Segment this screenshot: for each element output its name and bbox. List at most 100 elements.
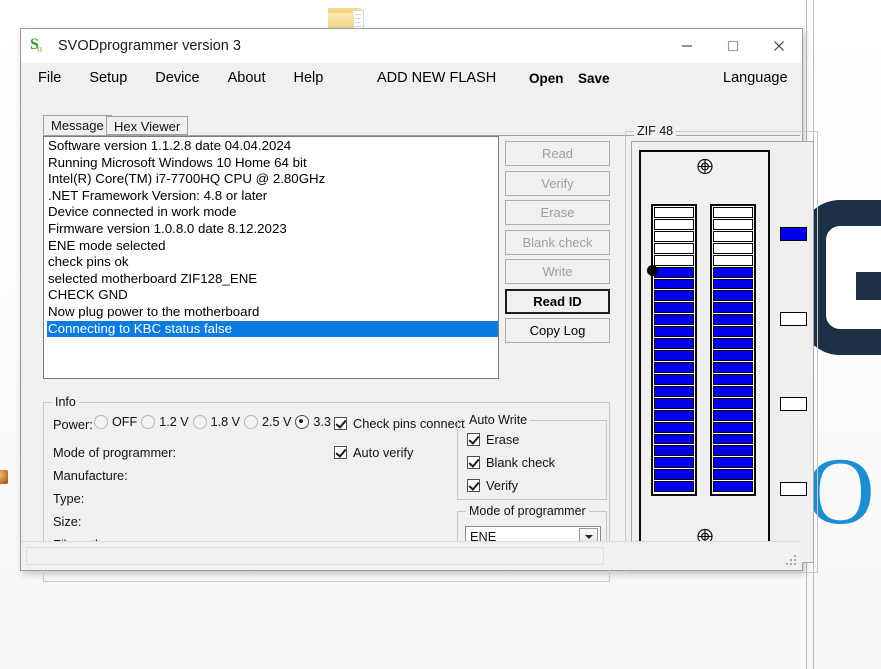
zif-pin-right-2 <box>713 218 753 230</box>
zif-pin-right-21 <box>713 445 753 457</box>
zif-pin-left-4 <box>654 242 694 254</box>
zif-socket-body <box>639 150 770 553</box>
zif-pin-left-19 <box>654 421 694 433</box>
zif-pin-left-9 <box>654 302 694 314</box>
close-icon[interactable] <box>756 29 802 63</box>
log-line: Intel(R) Core(TM) i7-7700HQ CPU @ 2.80GH… <box>48 171 326 187</box>
minimize-icon[interactable] <box>664 29 710 63</box>
erase-button[interactable]: Erase <box>505 200 610 225</box>
auto-write-legend: Auto Write <box>466 413 531 427</box>
tab-message[interactable]: Message <box>43 115 112 135</box>
power-label: Power: <box>53 417 93 432</box>
log-line: Device connected in work mode <box>48 204 237 220</box>
open-button[interactable]: Open <box>529 71 564 86</box>
zif-pin-left-13 <box>654 350 694 361</box>
info-group-legend: Info <box>52 395 79 409</box>
add-new-flash-label[interactable]: ADD NEW FLASH <box>377 70 496 86</box>
zif-socket-panel <box>631 141 814 563</box>
zif-pin-column-right[interactable] <box>710 204 756 496</box>
resize-grip-icon[interactable] <box>786 555 798 567</box>
save-button[interactable]: Save <box>578 71 610 86</box>
zif-pin-right-6 <box>713 266 753 278</box>
zif-pin-right-1 <box>713 207 753 218</box>
zif-pin-right-5 <box>713 254 753 266</box>
application-window: So SVODprogrammer version 3 File Setup D… <box>20 28 818 582</box>
zif-pin-right-9 <box>713 302 753 314</box>
zif-pin-right-16 <box>713 385 753 397</box>
zif-pin-right-20 <box>713 433 753 445</box>
type-field-label: Type: <box>53 491 85 506</box>
zif-pin-left-1 <box>654 207 694 218</box>
menu-item-device[interactable]: Device <box>144 67 210 89</box>
zif-pin-column-left[interactable] <box>651 204 697 496</box>
zif-pin-right-23 <box>713 469 753 481</box>
title-bar[interactable]: So SVODprogrammer version 3 <box>21 29 802 63</box>
power-radio-1v8[interactable]: 1.8 V <box>192 415 240 429</box>
zif-pin-left-16 <box>654 385 694 397</box>
zif-pin-left-24 <box>654 481 694 493</box>
auto-write-erase-checkbox[interactable]: Erase <box>467 432 519 447</box>
zif-pin-right-24 <box>713 481 753 493</box>
zif-indicator-2 <box>780 312 807 326</box>
tab-hex-viewer[interactable]: Hex Viewer <box>106 116 189 135</box>
zif-indicator-3 <box>780 397 807 411</box>
zif-pin-left-7 <box>654 278 694 290</box>
log-line-selected: Connecting to KBC status false <box>47 320 498 338</box>
mode-of-programmer-field-label: Mode of programmer: <box>53 445 177 460</box>
zif-pin-left-20 <box>654 433 694 445</box>
menu-item-file[interactable]: File <box>27 67 72 89</box>
power-radio-2v5[interactable]: 2.5 V <box>244 415 291 429</box>
log-line: Running Microsoft Windows 10 Home 64 bit <box>48 154 307 170</box>
manufacture-field-label: Manufacture: <box>53 468 128 483</box>
zif-screw-top-icon <box>696 158 713 175</box>
auto-write-verify-checkbox[interactable]: Verify <box>467 478 518 493</box>
check-pins-connect-checkbox[interactable]: Check pins connect <box>334 416 465 431</box>
zif-pin-left-21 <box>654 445 694 457</box>
auto-write-group: Auto Write Erase Blank check Verify <box>457 413 607 500</box>
maximize-icon[interactable] <box>710 29 756 63</box>
copy-log-button[interactable]: Copy Log <box>505 318 610 343</box>
size-field-label: Size: <box>53 514 82 529</box>
log-line: CHECK GND <box>48 287 128 303</box>
zif-socket-legend: ZIF 48 <box>634 124 677 138</box>
read-button[interactable]: Read <box>505 141 610 166</box>
log-line: .NET Framework Version: 4.8 or later <box>48 187 268 203</box>
verify-button[interactable]: Verify <box>505 170 610 196</box>
power-radio-off[interactable]: OFF <box>94 415 137 429</box>
log-line: Firmware version 1.0.8.0 date 8.12.2023 <box>48 220 287 236</box>
log-line: ENE mode selected <box>48 237 166 253</box>
zif-pin-right-14 <box>713 361 753 373</box>
log-line: Software version 1.1.2.8 date 04.04.2024 <box>48 138 292 153</box>
zif-pin-right-11 <box>713 326 753 338</box>
client-area: Message Hex Viewer Software version 1.1.… <box>21 93 818 582</box>
log-line: check pins ok <box>48 254 129 270</box>
power-radio-1v2[interactable]: 1.2 V <box>141 415 189 429</box>
zif-pin-right-17 <box>713 397 753 409</box>
pin1-marker-icon <box>647 265 658 276</box>
app-logo-icon: So <box>30 36 43 55</box>
zif-pin-right-15 <box>713 373 753 385</box>
zif-pin-right-13 <box>713 350 753 361</box>
auto-write-blank-check-checkbox[interactable]: Blank check <box>467 455 555 470</box>
read-id-button[interactable]: Read ID <box>505 288 610 314</box>
window-controls <box>664 29 802 63</box>
zif-pin-left-22 <box>654 457 694 469</box>
zif-indicator-4 <box>780 482 807 496</box>
mode-of-programmer-legend: Mode of programmer <box>466 504 589 518</box>
zif-pin-left-2 <box>654 218 694 230</box>
power-radio-group: OFF 1.2 V 1.8 V 2.5 V 3.3 V <box>94 415 347 429</box>
message-log[interactable]: Software version 1.1.2.8 date 04.04.2024… <box>43 136 499 379</box>
menu-item-about[interactable]: About <box>217 67 277 89</box>
zif-pin-right-10 <box>713 314 753 326</box>
write-button[interactable]: Write <box>505 259 610 284</box>
zif-pin-right-18 <box>713 409 753 421</box>
menu-item-setup[interactable]: Setup <box>78 67 138 89</box>
menu-item-help[interactable]: Help <box>283 67 335 89</box>
blank-check-button[interactable]: Blank check <box>505 229 610 255</box>
auto-verify-checkbox[interactable]: Auto verify <box>334 445 413 460</box>
language-button[interactable]: Language <box>723 70 788 86</box>
zif-pin-left-14 <box>654 361 694 373</box>
zif-pin-left-10 <box>654 314 694 326</box>
zif-pin-left-23 <box>654 469 694 481</box>
zif-pin-right-3 <box>713 230 753 242</box>
